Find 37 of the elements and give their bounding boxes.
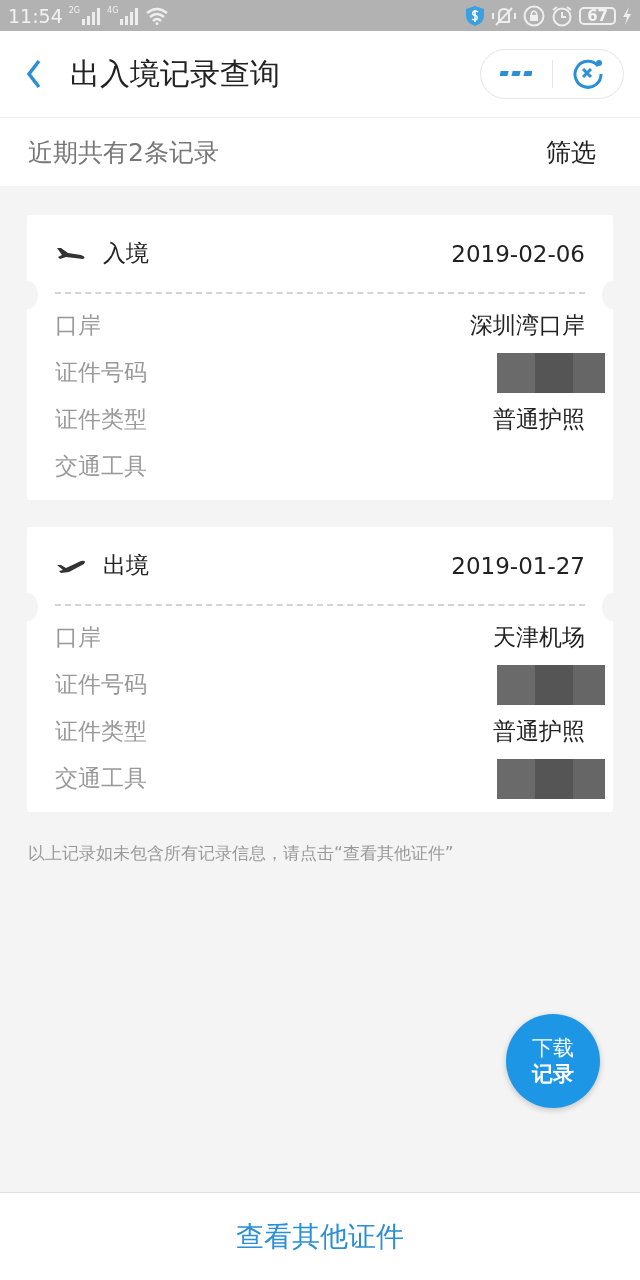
battery-level: 67 — [579, 6, 616, 25]
record-type: 出境 — [103, 551, 150, 580]
field-label: 证件号码 — [55, 670, 147, 699]
field-label: 证件类型 — [55, 717, 147, 746]
signal-icon — [81, 6, 102, 25]
page-title: 出入境记录查询 — [70, 54, 281, 93]
wifi-icon — [145, 6, 170, 25]
record-date: 2019-01-27 — [451, 552, 585, 579]
download-records-button[interactable]: 下载 记录 — [506, 1014, 600, 1108]
field-label: 口岸 — [55, 623, 101, 652]
record-date: 2019-02-06 — [451, 240, 585, 267]
record-type: 入境 — [103, 239, 150, 268]
field-label: 交通工具 — [55, 452, 147, 481]
clock: 11:54 — [8, 4, 63, 27]
field-label: 证件类型 — [55, 405, 147, 434]
network-type: 4G — [107, 6, 119, 15]
other-documents-button[interactable]: 查看其他证件 — [236, 1217, 404, 1256]
charging-icon — [622, 6, 632, 25]
field-value: 天津机场 — [493, 623, 585, 652]
close-icon — [570, 57, 605, 91]
field-value: 普通护照 — [493, 717, 585, 746]
back-icon — [26, 59, 42, 89]
field-label: 口岸 — [55, 311, 101, 340]
field-label: 交通工具 — [55, 764, 147, 793]
network-type: 2G — [68, 6, 81, 15]
field-value: 普通护照 — [493, 405, 585, 434]
record-count: 近期共有2条记录 — [28, 136, 219, 169]
field-value: 深圳湾口岸 — [470, 311, 585, 340]
notice-text: 以上记录如未包含所有记录信息，请点击“查看其他证件” — [28, 842, 455, 865]
filter-button[interactable]: 筛选 — [546, 135, 596, 169]
field-label: 证件号码 — [55, 358, 147, 387]
alarm-icon — [551, 4, 574, 27]
shield-icon — [465, 4, 486, 27]
more-icon — [500, 70, 533, 78]
signal-icon — [119, 6, 140, 25]
back-button[interactable] — [26, 59, 42, 89]
lock-icon — [523, 4, 546, 27]
